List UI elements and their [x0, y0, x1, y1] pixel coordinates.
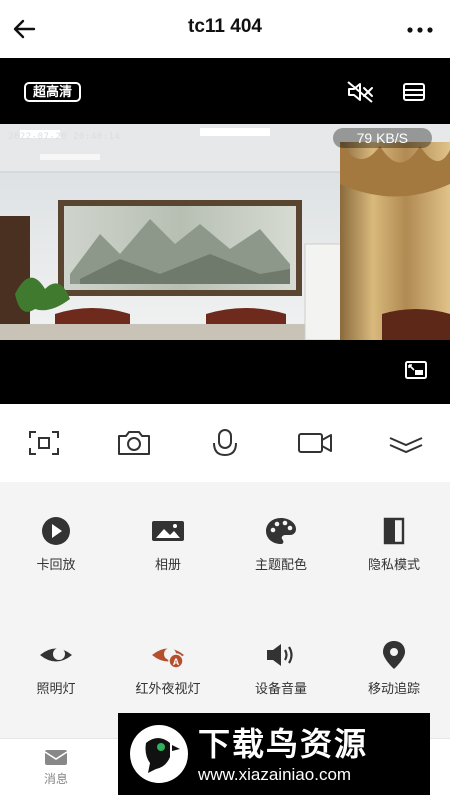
camera-icon[interactable]	[116, 428, 152, 458]
feature-card-album[interactable]: 相册	[112, 516, 224, 606]
picture-in-picture-icon[interactable]	[404, 360, 428, 380]
volume-icon	[267, 644, 293, 666]
nav-messages-label: 消息	[43, 772, 68, 786]
eye-icon	[40, 648, 72, 662]
top-bar: tc11 404	[0, 0, 450, 58]
collapse-icon[interactable]	[388, 428, 424, 458]
feature-card-playback[interactable]: 卡回放	[0, 516, 112, 606]
watermark-url: www.xiazainiao.com	[198, 765, 352, 784]
feature-label: 移动追踪	[367, 682, 420, 697]
feature-label: 隐私模式	[367, 558, 420, 573]
feature-label: 相册	[154, 558, 181, 573]
bitrate-badge: 79 KB/S	[332, 128, 432, 148]
night-vision-icon: A	[152, 648, 184, 669]
feature-card-light[interactable]: 照明灯	[0, 640, 112, 730]
screenshot-frame-icon[interactable]	[26, 428, 62, 458]
control-toolbar	[0, 404, 450, 482]
mute-icon[interactable]	[346, 80, 374, 104]
watermark-banner: 下载鸟资源 www.xiazainiao.com	[118, 713, 430, 795]
feature-card-theme[interactable]: 主题配色	[225, 516, 337, 606]
live-video-panel[interactable]: 超高清 2022-07-20 20:40:14 79 KB/S	[0, 58, 450, 404]
quality-toggle-button[interactable]: 超高清	[24, 82, 82, 102]
bird-logo-icon	[130, 725, 188, 783]
microphone-icon[interactable]	[207, 428, 243, 458]
feature-label: 设备音量	[254, 682, 307, 697]
feature-card-privacy[interactable]: 隐私模式	[338, 516, 450, 606]
message-envelope-icon	[44, 750, 68, 765]
location-pin-icon	[383, 641, 405, 669]
svg-text:A: A	[173, 657, 180, 667]
feature-label: 卡回放	[36, 558, 76, 573]
photo-icon	[152, 521, 184, 541]
feature-label: 红外夜视灯	[135, 682, 201, 697]
video-record-icon[interactable]	[297, 428, 333, 458]
camera-feed-image: 2022-07-20 20:40:14 79 KB/S	[0, 124, 450, 340]
more-options-icon[interactable]	[406, 26, 434, 34]
play-circle-icon	[42, 517, 70, 545]
nav-messages-tab[interactable]: 消息	[30, 747, 82, 787]
video-timestamp: 2022-07-20 20:40:14	[8, 132, 121, 142]
palette-icon	[266, 518, 296, 544]
watermark-title: 下载鸟资源	[198, 725, 369, 763]
page-title: tc11 404	[188, 16, 262, 37]
layout-toggle-icon[interactable]	[400, 80, 428, 104]
feature-label: 照明灯	[36, 682, 76, 697]
feature-label: 主题配色	[254, 558, 307, 573]
privacy-icon	[383, 517, 405, 545]
